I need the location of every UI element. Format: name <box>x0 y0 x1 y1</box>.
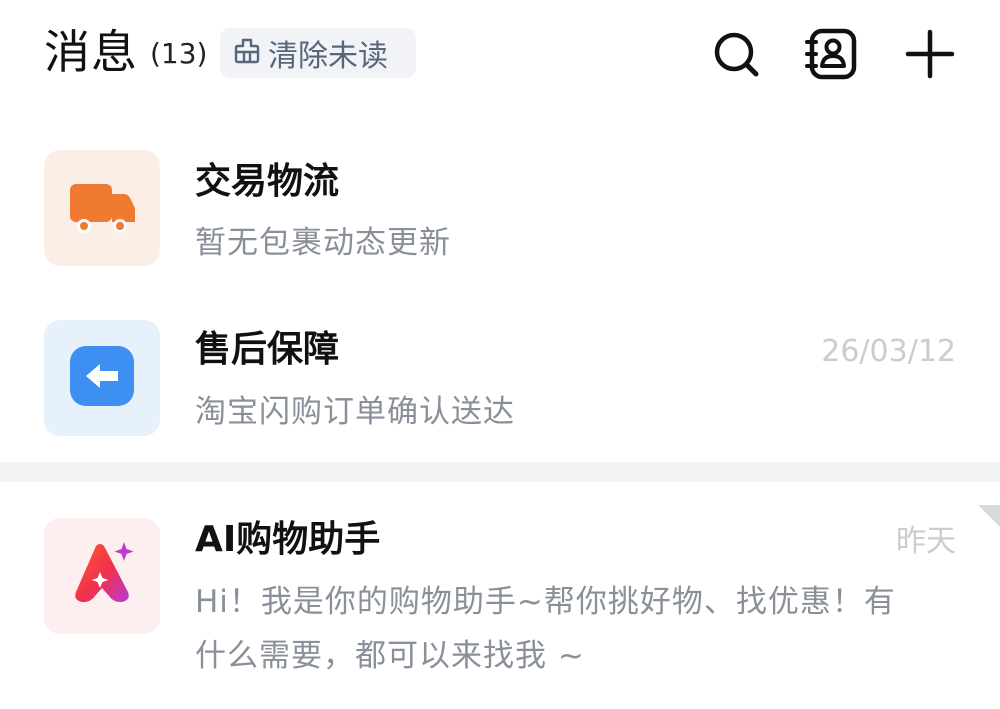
contacts-icon[interactable] <box>804 26 860 82</box>
ai-assistant-avatar <box>44 518 160 634</box>
message-time: 昨天 <box>896 524 956 559</box>
message-preview: 淘宝闪购订单确认送达 <box>195 394 515 430</box>
page-title: 消息 <box>44 25 138 79</box>
after-sales-avatar <box>44 320 160 436</box>
clear-unread-label: 清除未读 <box>268 39 388 74</box>
broom-icon <box>232 36 262 70</box>
message-sender: 交易物流 <box>195 161 340 202</box>
return-arrow-icon <box>66 340 138 416</box>
ai-sparkle-icon <box>60 532 144 620</box>
clear-unread-button[interactable]: 清除未读 <box>220 28 416 78</box>
search-icon[interactable] <box>708 26 764 82</box>
message-preview-line-2: 什么需要，都可以来找我 ~ <box>195 638 585 674</box>
logistics-avatar <box>44 150 160 266</box>
pinned-corner-mark <box>978 505 1000 527</box>
message-preview-line-1: Hi！我是你的购物助手~帮你挑好物、找优惠！有 <box>195 584 896 620</box>
unread-count: (13) <box>150 37 208 70</box>
message-time: 26/03/12 <box>821 334 956 369</box>
truck-icon <box>66 170 138 246</box>
message-sender: 售后保障 <box>195 329 340 370</box>
header: 消息 (13) 清除未读 <box>0 0 1000 110</box>
add-icon[interactable] <box>902 26 958 82</box>
section-divider <box>0 462 1000 482</box>
message-preview: 暂无包裹动态更新 <box>195 225 451 261</box>
message-sender: AI购物助手 <box>195 519 381 560</box>
